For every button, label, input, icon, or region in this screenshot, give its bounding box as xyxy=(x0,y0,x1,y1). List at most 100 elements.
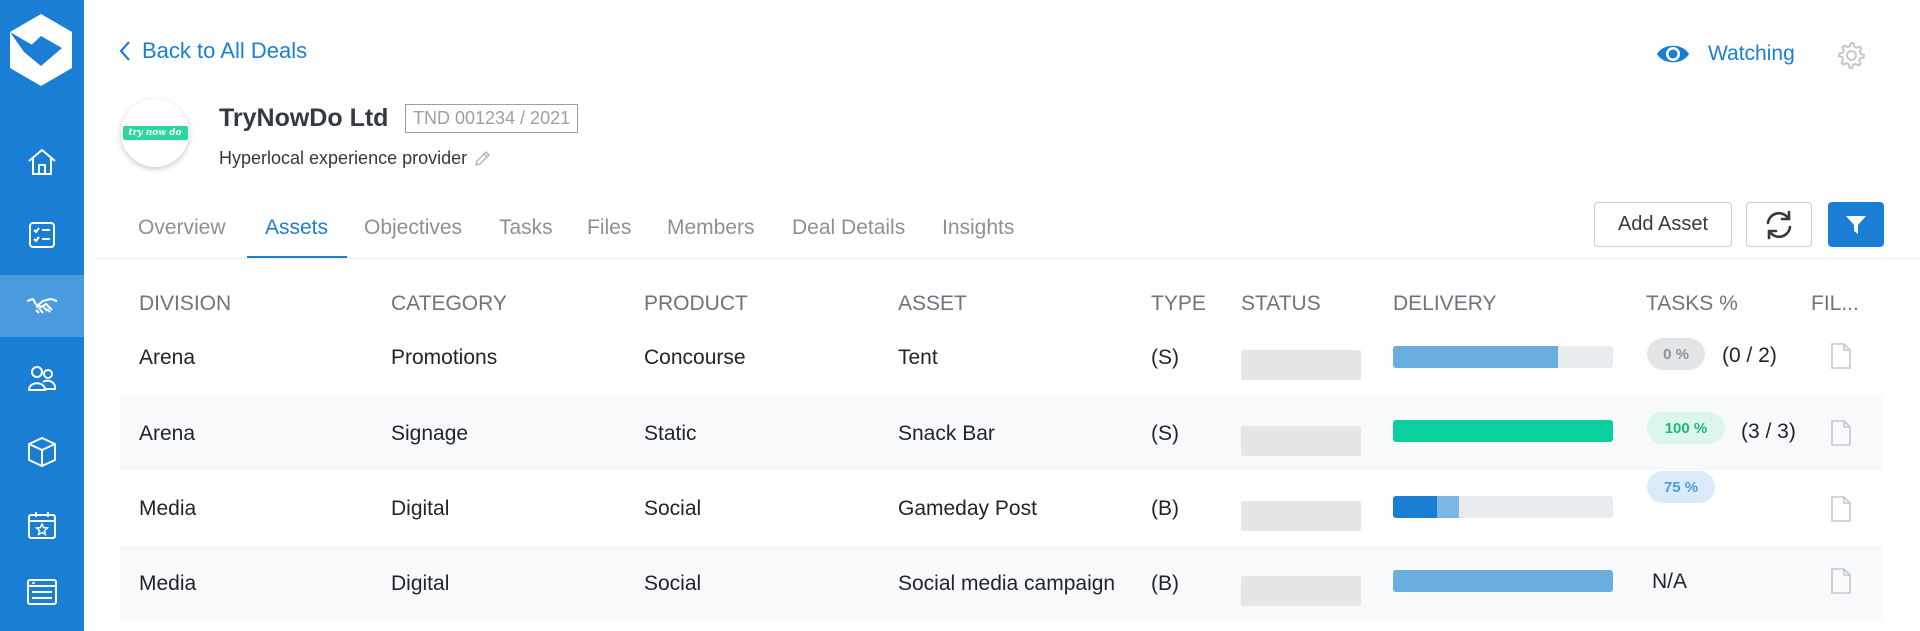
status-indicator xyxy=(1241,426,1361,456)
cell-division: Arena xyxy=(139,422,196,445)
handshake-icon xyxy=(26,298,58,314)
status-indicator xyxy=(1241,350,1361,380)
tasks-percent-na: N/A xyxy=(1652,570,1688,593)
checklist-icon xyxy=(29,222,55,248)
delivery-progress-fill xyxy=(1393,346,1558,368)
refresh-icon xyxy=(1766,210,1792,239)
cell-asset: Tent xyxy=(898,346,938,369)
file-icon[interactable] xyxy=(1829,419,1853,447)
table-row[interactable]: Media Digital Social Social media campai… xyxy=(120,546,1882,620)
tab-assets[interactable]: Assets xyxy=(265,216,328,240)
cell-type: (S) xyxy=(1151,422,1179,445)
file-icon[interactable] xyxy=(1829,342,1853,370)
delivery-progress-fill xyxy=(1393,420,1613,442)
cell-category: Promotions xyxy=(391,346,498,369)
cell-product: Social xyxy=(644,572,702,595)
tab-tasks[interactable]: Tasks xyxy=(499,216,553,240)
sidebar-item-tasks[interactable] xyxy=(0,204,84,266)
file-icon[interactable] xyxy=(1829,567,1853,595)
column-header-asset[interactable]: ASSET xyxy=(898,292,967,316)
column-header-tasks-percent[interactable]: TASKS % xyxy=(1646,292,1738,316)
tab-overview[interactable]: Overview xyxy=(138,216,226,240)
file-icon[interactable] xyxy=(1829,495,1853,523)
add-asset-button[interactable]: Add Asset xyxy=(1594,202,1732,247)
deal-code-badge: TND 001234 / 2021 xyxy=(405,104,579,133)
cell-type: (B) xyxy=(1151,497,1179,520)
status-indicator xyxy=(1241,576,1361,606)
app-logo-icon[interactable] xyxy=(6,10,76,90)
tasks-percent-badge: 75 % xyxy=(1647,471,1715,503)
tasks-percent-badge: 100 % xyxy=(1647,412,1725,444)
package-icon xyxy=(28,437,56,467)
column-header-status[interactable]: STATUS xyxy=(1241,292,1321,316)
sidebar-item-home[interactable] xyxy=(0,131,84,193)
tasks-percent-badge: 0 % xyxy=(1647,338,1705,370)
cell-asset: Gameday Post xyxy=(898,497,1037,520)
company-description-text: Hyperlocal experience provider xyxy=(219,148,468,168)
sidebar-item-reports[interactable] xyxy=(0,561,84,623)
delivery-progress xyxy=(1393,346,1613,368)
tab-objectives[interactable]: Objectives xyxy=(364,216,462,240)
pencil-icon[interactable] xyxy=(473,150,491,168)
company-logo: try now do xyxy=(121,99,189,167)
column-header-division[interactable]: DIVISION xyxy=(139,292,231,316)
cell-product: Concourse xyxy=(644,346,746,369)
cell-category: Digital xyxy=(391,572,450,595)
cell-product: Social xyxy=(644,497,702,520)
watching-toggle[interactable]: Watching xyxy=(1656,42,1795,66)
cell-category: Digital xyxy=(391,497,450,520)
app-window: Back to All Deals Watching try now do Tr… xyxy=(0,0,1920,631)
table-row[interactable]: Arena Signage Static Snack Bar (S) 100 %… xyxy=(120,396,1882,470)
tasks-count: (0 / 2) xyxy=(1722,344,1777,367)
column-header-type[interactable]: TYPE xyxy=(1151,292,1206,316)
status-indicator xyxy=(1241,501,1361,531)
tab-insights[interactable]: Insights xyxy=(942,216,1014,240)
column-header-delivery[interactable]: DELIVERY xyxy=(1393,292,1497,316)
company-description: Hyperlocal experience provider xyxy=(219,148,491,169)
cell-type: (S) xyxy=(1151,346,1179,369)
delivery-progress-fill xyxy=(1393,496,1437,518)
cell-division: Arena xyxy=(139,346,196,369)
eye-icon xyxy=(1657,45,1689,63)
gear-icon[interactable] xyxy=(1836,40,1866,70)
tab-files[interactable]: Files xyxy=(587,216,631,240)
column-header-files[interactable]: FIL... xyxy=(1811,292,1859,316)
chevron-left-icon xyxy=(119,41,130,61)
tab-members[interactable]: Members xyxy=(667,216,755,240)
cell-asset: Snack Bar xyxy=(898,422,995,445)
list-window-icon xyxy=(27,579,57,605)
cell-category: Signage xyxy=(391,422,469,445)
delivery-progress xyxy=(1393,496,1613,518)
filter-button[interactable] xyxy=(1828,202,1884,247)
filter-icon xyxy=(1846,215,1866,234)
column-header-product[interactable]: PRODUCT xyxy=(644,292,748,316)
sidebar-item-events[interactable] xyxy=(0,494,84,556)
tabs-divider xyxy=(98,258,1920,259)
delivery-progress-fill xyxy=(1393,570,1613,592)
cell-division: Media xyxy=(139,497,197,520)
cell-type: (B) xyxy=(1151,572,1179,595)
back-link-label: Back to All Deals xyxy=(142,38,308,63)
company-logo-text: try now do xyxy=(122,126,188,140)
tab-deal-details[interactable]: Deal Details xyxy=(792,216,905,240)
table-row[interactable]: Arena Promotions Concourse Tent (S) 0 % … xyxy=(120,320,1882,394)
cell-asset: Social media campaign xyxy=(898,572,1116,595)
delivery-progress-fill-secondary xyxy=(1437,496,1459,518)
back-to-deals-link[interactable]: Back to All Deals xyxy=(118,38,307,64)
sidebar-item-inventory[interactable] xyxy=(0,421,84,483)
refresh-button[interactable] xyxy=(1746,202,1812,247)
cell-division: Media xyxy=(139,572,197,595)
delivery-progress xyxy=(1393,570,1613,592)
group-icon xyxy=(27,366,57,391)
sidebar-item-deals[interactable] xyxy=(0,275,84,337)
cell-product: Static xyxy=(644,422,697,445)
calendar-star-icon xyxy=(28,512,56,539)
home-icon xyxy=(28,149,56,175)
delivery-progress xyxy=(1393,420,1613,442)
sidebar xyxy=(0,0,84,631)
column-header-category[interactable]: CATEGORY xyxy=(391,292,507,316)
company-name: TryNowDo Ltd xyxy=(219,104,389,132)
watching-label: Watching xyxy=(1708,42,1795,65)
table-row[interactable]: Media Digital Social Gameday Post (B) 75… xyxy=(120,471,1882,545)
sidebar-item-contacts[interactable] xyxy=(0,348,84,410)
